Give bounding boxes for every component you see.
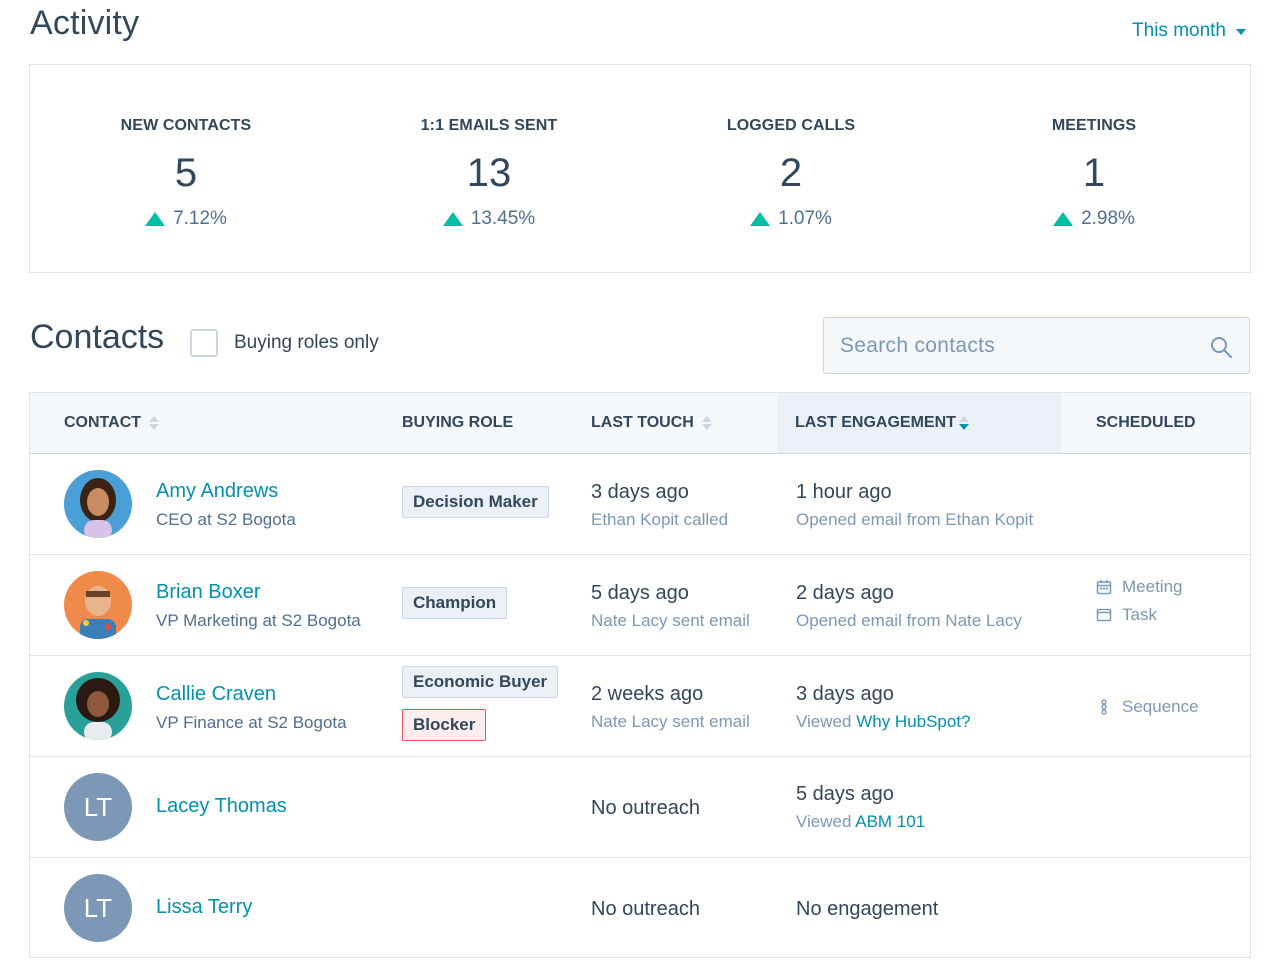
contacts-title: Contacts [30, 318, 165, 356]
scheduled-label: Meeting [1122, 577, 1183, 596]
scheduled-meeting[interactable]: Meeting [1096, 577, 1182, 597]
last-touch: 3 days ago [591, 481, 689, 503]
last-touch: No outreach [591, 797, 700, 819]
stat-change: 7.12% [66, 208, 306, 230]
table-row: LT Lacey Thomas No outreach 5 days ago V… [30, 757, 1250, 858]
avatar[interactable]: LT [64, 874, 132, 942]
contact-name[interactable]: Amy Andrews [156, 480, 278, 503]
avatar[interactable]: LT [64, 773, 132, 841]
stat-value: 13 [466, 151, 512, 195]
chevron-down-icon [1236, 29, 1246, 35]
engagement-prefix: Viewed [796, 812, 852, 831]
stat-change-value: 13.45% [470, 208, 536, 229]
avatar[interactable] [64, 571, 132, 639]
scheduled-task[interactable]: Task [1096, 605, 1157, 625]
stat-change-value: 1.07% [778, 208, 832, 229]
sort-desc-icon [958, 416, 969, 430]
stat-value: 1 [1082, 151, 1106, 195]
stat-value: 2 [779, 151, 803, 195]
engagement-detail: Viewed Why HubSpot? [796, 712, 971, 732]
arrow-up-icon [145, 212, 166, 226]
arrow-up-icon [750, 212, 771, 226]
table-row: Brian Boxer VP Marketing at S2 Bogota Ch… [30, 555, 1250, 656]
avatar[interactable] [64, 470, 132, 538]
column-scheduled: SCHEDULED [1096, 393, 1196, 453]
engagement-detail: Opened email from Ethan Kopit [796, 510, 1034, 529]
blocker-tag: Blocker [402, 709, 487, 741]
column-buying-role: BUYING ROLE [402, 393, 513, 453]
activity-title: Activity [30, 4, 140, 42]
last-touch-detail: Nate Lacy sent email [591, 712, 750, 731]
buying-role-tag: Economic Buyer [402, 666, 559, 698]
table-row: Callie Craven VP Finance at S2 Bogota Ec… [30, 656, 1250, 757]
contact-name[interactable]: Lacey Thomas [156, 795, 287, 818]
contact-title: VP Marketing at S2 Bogota [156, 611, 361, 630]
scheduled-label: Sequence [1122, 697, 1199, 716]
table-header: CONTACT BUYING ROLE LAST TOUCH LAST ENGA… [30, 393, 1250, 454]
column-label: LAST ENGAGEMENT [795, 414, 956, 431]
activity-stats-card: NEW CONTACTS 5 7.12% 1:1 EMAILS SENT 13 … [29, 64, 1251, 273]
last-engagement: No engagement [796, 898, 939, 920]
contact-title: CEO at S2 Bogota [156, 510, 296, 529]
stat-change-value: 2.98% [1081, 208, 1135, 229]
task-icon [1096, 608, 1112, 622]
column-contact[interactable]: CONTACT [64, 393, 160, 453]
column-label: CONTACT [64, 414, 142, 431]
search-icon[interactable] [1209, 335, 1233, 359]
stat-label: NEW CONTACTS [120, 117, 252, 134]
stat-change: 2.98% [974, 208, 1214, 230]
calendar-icon [1096, 580, 1112, 595]
last-touch: No outreach [591, 898, 700, 920]
search-input[interactable] [824, 333, 1184, 358]
period-label: This month [1132, 20, 1226, 41]
buying-role-tag: Decision Maker [402, 486, 549, 518]
table-row: LT Lissa Terry No outreach No engagement [30, 858, 1250, 959]
engagement-detail: Opened email from Nate Lacy [796, 611, 1022, 630]
engagement-link[interactable]: Why HubSpot? [856, 712, 970, 731]
scheduled-sequence[interactable]: Sequence [1096, 697, 1199, 717]
last-touch: 5 days ago [591, 582, 689, 604]
buying-roles-checkbox[interactable] [190, 329, 218, 357]
column-label: SCHEDULED [1096, 414, 1196, 431]
engagement-detail: Viewed ABM 101 [796, 812, 925, 832]
last-touch-detail: Ethan Kopit called [591, 510, 729, 529]
search-box [823, 317, 1250, 374]
engagement-prefix: Viewed [796, 712, 852, 731]
contact-name[interactable]: Brian Boxer [156, 581, 261, 604]
last-touch-detail: Nate Lacy sent email [591, 611, 750, 630]
last-engagement: 1 hour ago [796, 481, 892, 503]
avatar[interactable] [64, 672, 132, 740]
engagement-link[interactable]: ABM 101 [855, 812, 925, 831]
stat-change: 1.07% [671, 208, 911, 230]
contact-name[interactable]: Callie Craven [156, 683, 276, 706]
last-engagement: 5 days ago [796, 783, 894, 805]
stat-change-value: 7.12% [173, 208, 227, 229]
sequence-icon [1101, 699, 1107, 715]
buying-role-tag: Champion [402, 587, 508, 619]
stat-change: 13.45% [369, 208, 609, 230]
arrow-up-icon [442, 212, 463, 226]
stat-label: 1:1 EMAILS SENT [420, 117, 558, 134]
sort-icon [149, 416, 160, 430]
contact-name[interactable]: Lissa Terry [156, 896, 252, 919]
last-touch: 2 weeks ago [591, 683, 704, 705]
contact-title: VP Finance at S2 Bogota [156, 713, 347, 732]
last-engagement: 3 days ago [796, 683, 894, 705]
last-engagement: 2 days ago [796, 582, 894, 604]
stat-label: MEETINGS [1051, 117, 1137, 134]
sort-icon [701, 416, 712, 430]
stat-value: 5 [174, 151, 198, 195]
contacts-table: CONTACT BUYING ROLE LAST TOUCH LAST ENGA… [29, 392, 1251, 958]
stat-label: LOGGED CALLS [726, 117, 856, 134]
period-dropdown[interactable]: This month [1132, 20, 1246, 42]
column-label: BUYING ROLE [402, 414, 514, 431]
column-label: LAST TOUCH [591, 414, 694, 431]
scheduled-label: Task [1122, 605, 1157, 624]
buying-roles-label[interactable]: Buying roles only [234, 332, 379, 354]
column-last-engagement[interactable]: LAST ENGAGEMENT [777, 393, 1061, 453]
arrow-up-icon [1053, 212, 1074, 226]
table-row: Amy Andrews CEO at S2 Bogota Decision Ma… [30, 454, 1250, 555]
column-last-touch[interactable]: LAST TOUCH [591, 393, 712, 453]
